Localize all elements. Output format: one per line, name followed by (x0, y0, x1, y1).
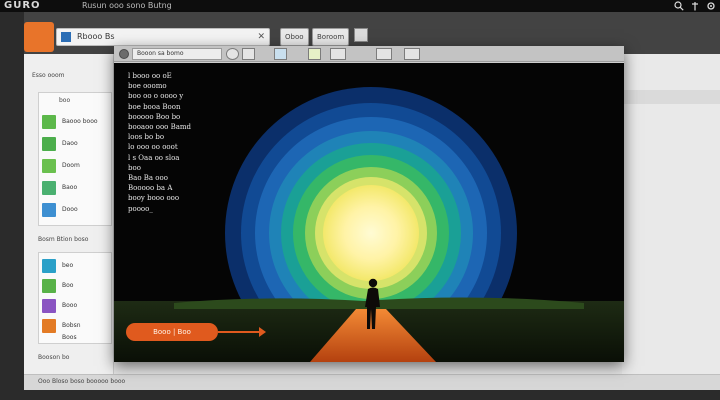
sun-core (323, 185, 419, 281)
poem-line: booy booo ooo (128, 194, 180, 203)
sidebar-section-title: Bosm Btion boso (38, 236, 89, 243)
site-icon (61, 32, 71, 42)
sidebar-section-title: Booson bo (38, 354, 70, 361)
window-title: Rusun ooo sono Butng (82, 1, 172, 10)
photo-icon[interactable] (274, 48, 287, 60)
layout-icon[interactable] (376, 48, 392, 60)
poem-text: l booo oo oE boe ooomo boo oo o oooo y b… (128, 71, 228, 214)
arrow-right-icon (218, 327, 266, 337)
address-bar[interactable]: Rbooo Bs ✕ (56, 28, 270, 46)
sidebar-item[interactable]: beo (42, 257, 110, 275)
sidebar-item[interactable]: Booo (42, 297, 110, 315)
folder-icon (42, 299, 56, 313)
folder-icon (42, 279, 56, 293)
sidebar-item[interactable]: Doom (42, 157, 110, 175)
poem-line: boo (128, 163, 141, 172)
poem-line: boo oo o oooo y (128, 92, 184, 101)
folder-icon (42, 159, 56, 173)
image-viewer-window: Booon sa bomo l booo oo oE boe ooomo boo… (114, 46, 624, 362)
sidebar-item[interactable]: Daoo (42, 135, 110, 153)
app-tab[interactable] (24, 22, 54, 52)
folder-icon (42, 203, 56, 217)
poem-line: booaoo ooo Bamd (128, 123, 192, 132)
image-icon[interactable] (242, 48, 255, 60)
folder-icon (42, 181, 56, 195)
search-icon[interactable] (674, 1, 684, 11)
status-bar: Ooo Bloso boso booooo booo (24, 374, 720, 390)
toolbar-square-icon[interactable] (354, 28, 368, 42)
viewer-title-field[interactable]: Booon sa bomo (132, 48, 222, 60)
sidebar-group-1: boo Baooo booo Daoo Doom Baoo Dooo (38, 92, 112, 226)
sidebar-item[interactable]: Baooo booo (42, 113, 110, 131)
poem-line: l s Oaa oo sloa (128, 153, 180, 162)
poem-line: poooo_ (128, 204, 153, 213)
globe-icon[interactable] (226, 48, 239, 60)
address-text: Rbooo Bs (77, 32, 115, 41)
sidebar-group-title: boo (59, 97, 71, 104)
window-control-icon[interactable] (119, 49, 129, 59)
grid-icon[interactable] (330, 48, 346, 60)
sidebar-item[interactable]: Baoo (42, 179, 110, 197)
calendar-icon[interactable] (404, 48, 420, 60)
artwork-canvas: l booo oo oE boe ooomo boo oo o oooo y b… (114, 63, 624, 362)
poem-line: boe booa Boon (128, 102, 181, 111)
sidebar-item[interactable]: Boos (42, 333, 110, 343)
folder-icon (42, 115, 56, 129)
settings-icon[interactable] (706, 1, 716, 11)
poem-line: l booo oo oE (128, 72, 172, 80)
cta-button[interactable]: Booo | Boo (126, 323, 218, 341)
poem-line: Booooo ba A (128, 184, 173, 193)
logo-text: GURO (4, 0, 41, 11)
poem-line: booooo Boo bo (128, 112, 181, 121)
pin-icon[interactable] (690, 1, 700, 11)
toolbar-button-1[interactable]: Oboo (280, 28, 309, 46)
poem-line: boe ooomo (128, 82, 167, 91)
right-panel (622, 54, 720, 390)
sidebar-item[interactable]: Boo (42, 277, 110, 295)
status-text: Ooo Bloso boso booooo booo (38, 378, 126, 385)
right-panel-header (622, 90, 720, 104)
desktop-top-bar: GURO Rusun ooo sono Butng (0, 0, 720, 12)
sidebar: Esso ooom boo Baooo booo Daoo Doom Baoo … (24, 54, 114, 390)
sidebar-item[interactable]: Dooo (42, 201, 110, 219)
poem-line: Bao Ba ooo (128, 174, 168, 183)
toolbar-button-2[interactable]: Boroom (312, 28, 350, 46)
folder-icon (42, 137, 56, 151)
sidebar-header: Esso ooom (32, 72, 65, 79)
sidebar-group-2: beo Boo Booo Bobsn Boos (38, 252, 112, 344)
close-icon[interactable]: ✕ (257, 30, 265, 44)
viewer-toolbar: Booon sa bomo (114, 46, 624, 62)
document-icon[interactable] (308, 48, 321, 60)
folder-icon (42, 259, 56, 273)
app-logo: GURO (4, 0, 41, 12)
poem-line: lo ooo oo ooot (128, 143, 178, 152)
folder-icon (42, 319, 56, 333)
poem-line: loos bo bo (128, 133, 165, 142)
